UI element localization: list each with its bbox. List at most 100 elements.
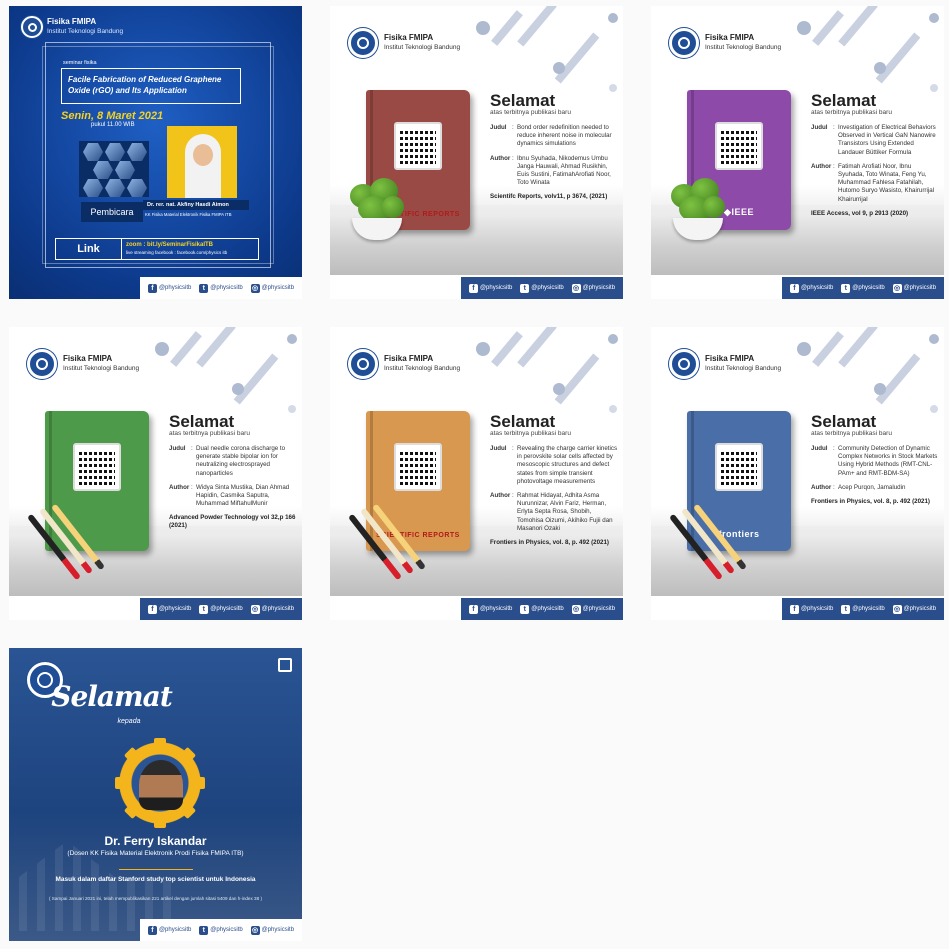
itb-seal-icon — [21, 16, 43, 38]
facebook-icon: f — [468, 604, 478, 614]
facebook-icon: f — [468, 283, 478, 293]
author-label: Author — [169, 483, 190, 491]
instagram-handle: @physicsitb — [582, 285, 616, 291]
twitter-handle: @physicsitb — [210, 927, 243, 933]
twitter-icon: t — [199, 925, 209, 935]
instagram-handle: @physicsitb — [582, 606, 616, 612]
recipient-name: Dr. Ferry Iskandar — [104, 834, 207, 848]
seminar-tag: seminar fisika — [63, 60, 97, 66]
post-publication[interactable]: Fisika FMIPA Institut Teknologi Bandung S… — [330, 6, 623, 299]
twitter-icon: t — [199, 604, 209, 614]
journal-citation: Frontiers in Physics, vol. 8, p. 492 (20… — [490, 539, 609, 547]
itb-seal-icon — [27, 349, 57, 379]
facebook-handle: @physicsitb — [158, 285, 192, 291]
post-publication[interactable]: Fisika FMIPA Institut Teknologi Bandung S… — [9, 327, 302, 620]
seminar-date: Senin, 8 Maret 2021 — [61, 110, 164, 122]
twitter-handle: @physicsitb — [210, 285, 243, 291]
org-logo: Fisika FMIPA Institut Teknologi Bandung — [669, 349, 781, 379]
qr-code[interactable] — [73, 443, 121, 491]
paper-authors: Fatimah Arofiati Noor, Ibnu Syuhada, Tot… — [838, 162, 935, 203]
org-inst: Institut Teknologi Bandung — [384, 44, 461, 51]
speaker-label: Pembicara — [81, 202, 143, 222]
post-publication[interactable]: Fisika FMIPA Institut Teknologi Bandung ◆… — [651, 6, 944, 299]
journal-citation: IEEE Access, vol 9, p 2913 (2020) — [811, 209, 909, 217]
judul-label: Judul — [490, 124, 507, 131]
link-box: Link zoom : bit.ly/SeminarFisikaITB live … — [55, 238, 259, 260]
author-label: Author — [490, 492, 511, 500]
instagram-icon: ◎ — [250, 925, 260, 935]
paper-title: Bond order redefinition needed to reduce… — [517, 124, 612, 148]
qr-code[interactable] — [715, 443, 763, 491]
instagram-icon: ◎ — [892, 283, 902, 293]
twitter-icon: t — [520, 283, 530, 293]
seminar-title: Facile Fabrication of Reduced Graphene O… — [61, 68, 241, 104]
facebook-handle: @physicsitb — [800, 285, 834, 291]
social-footer: f @physicsitb t @physicsitb ◎ @physicsitb — [330, 598, 623, 620]
org-name: Fisika FMIPA — [384, 354, 434, 363]
twitter-handle: @physicsitb — [852, 606, 885, 612]
facebook-icon: f — [147, 604, 157, 614]
heading: Selamat — [811, 91, 877, 110]
instagram-handle: @physicsitb — [903, 285, 937, 291]
journal-citation: Scientifc Reports, volv11, p 3674, (2021… — [490, 193, 608, 201]
seminar-time: pukul 11.00 WIB — [91, 122, 135, 128]
heading: Selamat — [811, 412, 877, 431]
org-name: Fisika FMIPA — [384, 33, 434, 42]
subheading: atas terbitnya publikasi baru — [490, 109, 571, 116]
plant-decoration — [344, 174, 408, 244]
social-footer: f @physicsitb t @physicsitb ◎ @physicsitb — [330, 277, 623, 299]
portrait-photo — [139, 760, 183, 810]
judul-label: Judul — [811, 124, 828, 131]
subheading: atas terbitnya publikasi baru — [169, 430, 250, 437]
post-congratulation[interactable]: Selamat kepada Dr. Ferry Iskandar (Dosen… — [9, 648, 302, 941]
post-grid: Fisika FMIPA Institut Teknologi Bandung s… — [0, 0, 949, 949]
instagram-icon: ◎ — [571, 283, 581, 293]
qr-code[interactable] — [394, 443, 442, 491]
post-publication[interactable]: Fisika FMIPA Institut Teknologi Bandung f… — [651, 327, 944, 620]
congrats-message: Masuk dalam daftar Stanford study top sc… — [55, 876, 256, 883]
facebook-handle: @physicsitb — [158, 927, 192, 933]
paper-title: Community Detection of Dynamic Complex N… — [838, 445, 938, 477]
itb-seal-icon — [669, 349, 699, 379]
journal-citation: Advanced Powder Technology vol 32,p 166 … — [169, 514, 296, 530]
congrats-note: ( Sampai Januari 2021 ini, telah mempubl… — [49, 896, 262, 901]
subheading: atas terbitnya publikasi baru — [811, 430, 892, 437]
facebook-handle: @physicsitb — [479, 285, 513, 291]
instagram-icon: ◎ — [571, 604, 581, 614]
twitter-handle: @physicsitb — [531, 606, 564, 612]
journal-citation: Frontiers in Physics, vol. 8, p. 492 (20… — [811, 498, 930, 506]
judul-label: Judul — [169, 445, 186, 452]
facebook-icon: f — [147, 925, 157, 935]
paper-authors: Rahmat Hidayat, Adhita Asma Nurunnizar, … — [517, 492, 613, 532]
pencils-decoration — [663, 503, 747, 587]
multi-post-icon — [278, 658, 292, 672]
instagram-icon: ◎ — [250, 604, 260, 614]
social-footer: f @physicsitb t @physicsitb ◎ @physicsitb — [9, 277, 302, 299]
twitter-icon: t — [199, 283, 209, 293]
qr-code[interactable] — [394, 122, 442, 170]
heading: Selamat — [490, 91, 556, 110]
org-logo: Fisika FMIPA Institut Teknologi Bandung — [669, 28, 781, 58]
gear-portrait — [115, 738, 205, 828]
paper-authors: Widya Sinta Mustika, Dian Ahmad Hapidin,… — [196, 483, 290, 508]
publication-info: Selamat atas terbitnya publikasi baru Ju… — [811, 92, 939, 218]
plant-decoration — [665, 174, 729, 244]
speaker-name: Dr. rer. nat. Akfiny Hasdi Aimon — [143, 200, 249, 210]
post-publication[interactable]: Fisika FMIPA Institut Teknologi Bandung S… — [330, 327, 623, 620]
graphene-image — [79, 141, 149, 197]
paper-title: Dual needle corona discharge to generate… — [196, 445, 286, 477]
author-label: Author — [811, 162, 832, 170]
post-seminar[interactable]: Fisika FMIPA Institut Teknologi Bandung s… — [9, 6, 302, 299]
subheading: atas terbitnya publikasi baru — [490, 430, 571, 437]
pencils-decoration — [342, 503, 426, 587]
qr-code[interactable] — [715, 122, 763, 170]
org-logo: Fisika FMIPA Institut Teknologi Bandung — [27, 349, 139, 379]
social-footer: f @physicsitb t @physicsitb ◎ @physicsitb — [651, 598, 944, 620]
social-footer: f @physicsitb t @physicsitb ◎ @physicsitb — [9, 919, 302, 941]
org-logo: Fisika FMIPA Institut Teknologi Bandung — [348, 28, 460, 58]
twitter-handle: @physicsitb — [531, 285, 564, 291]
congrats-heading: Selamat — [51, 680, 173, 713]
instagram-icon: ◎ — [892, 604, 902, 614]
author-label: Author — [811, 483, 832, 491]
org-inst: Institut Teknologi Bandung — [705, 365, 782, 372]
